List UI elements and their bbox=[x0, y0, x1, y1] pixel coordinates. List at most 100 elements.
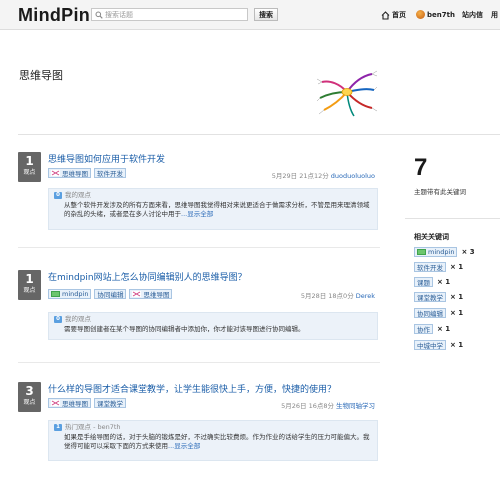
tag-label: 思维导图 bbox=[62, 170, 88, 178]
question-user[interactable]: 生物同轴学习 bbox=[336, 402, 375, 410]
mindmap-thumbnail[interactable] bbox=[316, 62, 378, 122]
question-title[interactable]: 在mindpin网站上怎么协同编辑别人的思维导图？ bbox=[48, 270, 247, 283]
vote-count: 3 观点 bbox=[18, 382, 41, 412]
keyword-count: × 1 bbox=[450, 263, 464, 271]
search-box[interactable] bbox=[91, 8, 248, 21]
nav-user[interactable]: ben7th bbox=[416, 10, 455, 19]
mindmap-tag-icon bbox=[132, 291, 142, 297]
question-date: 5月29日 21点12分 bbox=[271, 172, 329, 180]
answer-preview: 1 热门观点 - ben7th 如果是手绘导图的话，对于头脑的锻炼是好，不过确实… bbox=[48, 420, 378, 461]
keyword-item: 协作 × 1 bbox=[414, 324, 450, 334]
question-meta: 5月28日 18点0分 Derek bbox=[301, 290, 375, 300]
nav-home[interactable]: 首页 bbox=[381, 10, 406, 20]
keyword-count: × 1 bbox=[437, 278, 451, 286]
question-title[interactable]: 思维导图如何应用于软件开发 bbox=[48, 152, 165, 165]
vote-label: 观点 bbox=[23, 169, 36, 176]
tag-list: 思维导图 课堂教学 bbox=[48, 398, 126, 408]
tag-label: 思维导图 bbox=[143, 291, 170, 299]
vote-label: 观点 bbox=[23, 399, 36, 406]
keyword-item: 软件开发 × 1 bbox=[414, 262, 463, 272]
mindpin-logo-icon bbox=[51, 291, 60, 297]
keyword-tag[interactable]: 软件开发 bbox=[414, 262, 446, 272]
vote-number: 3 bbox=[25, 384, 34, 398]
keyword-item: 中城中学 × 1 bbox=[414, 340, 463, 350]
keyword-label: mindpin bbox=[428, 248, 455, 256]
tag-label: 思维导图 bbox=[62, 400, 88, 408]
answer-preview: 0 我的观点 从整个软件开发涉及的所有方面来看，思维导图我觉得相对来说更适合于做… bbox=[48, 188, 378, 230]
tag-label: 协同编辑 bbox=[97, 291, 124, 299]
tag-collab[interactable]: 协同编辑 bbox=[94, 289, 127, 299]
question-meta: 5月29日 21点12分 duoduoluoluo bbox=[272, 170, 375, 180]
tag-software[interactable]: 软件开发 bbox=[94, 168, 126, 178]
tag-list: mindpin 协同编辑 思维导图 bbox=[48, 289, 173, 299]
search-input[interactable] bbox=[105, 9, 245, 20]
vote-count: 1 观点 bbox=[18, 270, 41, 300]
home-icon bbox=[381, 10, 390, 20]
topic-count: 7 bbox=[414, 154, 428, 181]
keyword-label: 协作 bbox=[417, 326, 430, 334]
keyword-label: 课题 bbox=[417, 279, 430, 287]
avatar bbox=[416, 10, 425, 19]
answer-badge: 1 bbox=[54, 424, 62, 432]
nav-messages[interactable]: 站内信 bbox=[462, 10, 483, 20]
keyword-tag[interactable]: mindpin bbox=[414, 247, 458, 257]
nav-more-label: 用 bbox=[491, 11, 498, 19]
page-title: 思维导图 bbox=[19, 69, 63, 82]
question-date: 5月26日 16点8分 bbox=[281, 402, 334, 410]
answer-badge: 0 bbox=[54, 316, 62, 324]
mindmap-tag-icon bbox=[51, 400, 60, 406]
answer-text: 从整个软件开发涉及的所有方面来看，思维导图我觉得相对来说更适合于做需求分析，不管… bbox=[64, 200, 370, 219]
vote-number: 1 bbox=[25, 272, 34, 286]
sidebar-divider bbox=[405, 218, 500, 219]
tag-mindpin[interactable]: mindpin bbox=[48, 289, 92, 299]
keyword-item: mindpin × 3 bbox=[414, 247, 475, 257]
question-item: 1 观点 在mindpin网站上怎么协同编辑别人的思维导图？ mindpin 协… bbox=[18, 270, 378, 345]
tag-label: 课堂教学 bbox=[97, 400, 123, 408]
topic-count-label: 主题带有此关键词 bbox=[414, 188, 466, 196]
site-logo[interactable]: MindPin bbox=[18, 5, 90, 26]
keyword-item: 课题 × 1 bbox=[414, 277, 450, 287]
keyword-tag[interactable]: 中城中学 bbox=[414, 340, 446, 350]
related-keywords-title: 相关关键词 bbox=[414, 233, 449, 241]
nav-user-label: ben7th bbox=[427, 10, 455, 19]
keyword-label: 课堂教学 bbox=[417, 294, 443, 302]
question-user[interactable]: duoduoluoluo bbox=[331, 172, 375, 180]
keyword-label: 软件开发 bbox=[417, 264, 443, 272]
answer-head-label: 热门观点 - ben7th bbox=[65, 423, 121, 431]
answer-body: 如果是手绘导图的话，对于头脑的锻炼是好，不过确实比较费烦。作为作业的话给学生的压… bbox=[54, 433, 373, 452]
answer-header: 0 我的观点 bbox=[54, 315, 373, 325]
vote-number: 1 bbox=[25, 154, 34, 168]
keyword-count: × 1 bbox=[450, 293, 464, 301]
keyword-tag[interactable]: 协同编辑 bbox=[414, 308, 446, 318]
keyword-label: 协同编辑 bbox=[417, 310, 443, 318]
tag-mindmap[interactable]: 思维导图 bbox=[129, 289, 173, 299]
tag-mindmap[interactable]: 思维导图 bbox=[48, 168, 91, 178]
keyword-tag[interactable]: 课题 bbox=[414, 277, 433, 287]
answer-head-label: 我的观点 bbox=[65, 315, 91, 323]
search-button[interactable]: 搜索 bbox=[254, 8, 278, 21]
nav-more[interactable]: 用 bbox=[491, 10, 498, 20]
nav-messages-label: 站内信 bbox=[462, 11, 483, 19]
tag-mindmap[interactable]: 思维导图 bbox=[48, 398, 91, 408]
vote-label: 观点 bbox=[23, 287, 36, 294]
keyword-tag[interactable]: 课堂教学 bbox=[414, 292, 446, 302]
keyword-tag[interactable]: 协作 bbox=[414, 324, 433, 334]
tag-classroom[interactable]: 课堂教学 bbox=[94, 398, 126, 408]
question-title[interactable]: 什么样的导图才适合课堂教学，让学生能很快上手，方便，快捷的使用？ bbox=[48, 382, 336, 395]
answer-text: 如果是手绘导图的话，对于头脑的锻炼是好，不过确实比较费烦。作为作业的话给学生的压… bbox=[64, 432, 370, 451]
question-user[interactable]: Derek bbox=[356, 292, 375, 300]
show-all-link[interactable]: ...显示全部 bbox=[168, 442, 200, 450]
top-bar: MindPin 搜索 首页 ben7th 站内信 用 bbox=[0, 0, 500, 30]
question-item: 3 观点 什么样的导图才适合课堂教学，让学生能很快上手，方便，快捷的使用？ 思维… bbox=[18, 382, 378, 462]
keyword-count: × 1 bbox=[450, 341, 464, 349]
tag-list: 思维导图 软件开发 bbox=[48, 168, 126, 178]
answer-header: 0 我的观点 bbox=[54, 191, 373, 201]
answer-head-label: 我的观点 bbox=[65, 191, 91, 199]
keyword-count: × 1 bbox=[437, 325, 451, 333]
question-date: 5月28日 18点0分 bbox=[300, 292, 354, 300]
title-divider bbox=[18, 134, 500, 135]
show-all-link[interactable]: ...显示全部 bbox=[181, 210, 213, 218]
mindmap-tag-icon bbox=[51, 170, 60, 176]
mindpin-logo-icon bbox=[417, 249, 426, 255]
nav-home-label: 首页 bbox=[392, 11, 406, 19]
